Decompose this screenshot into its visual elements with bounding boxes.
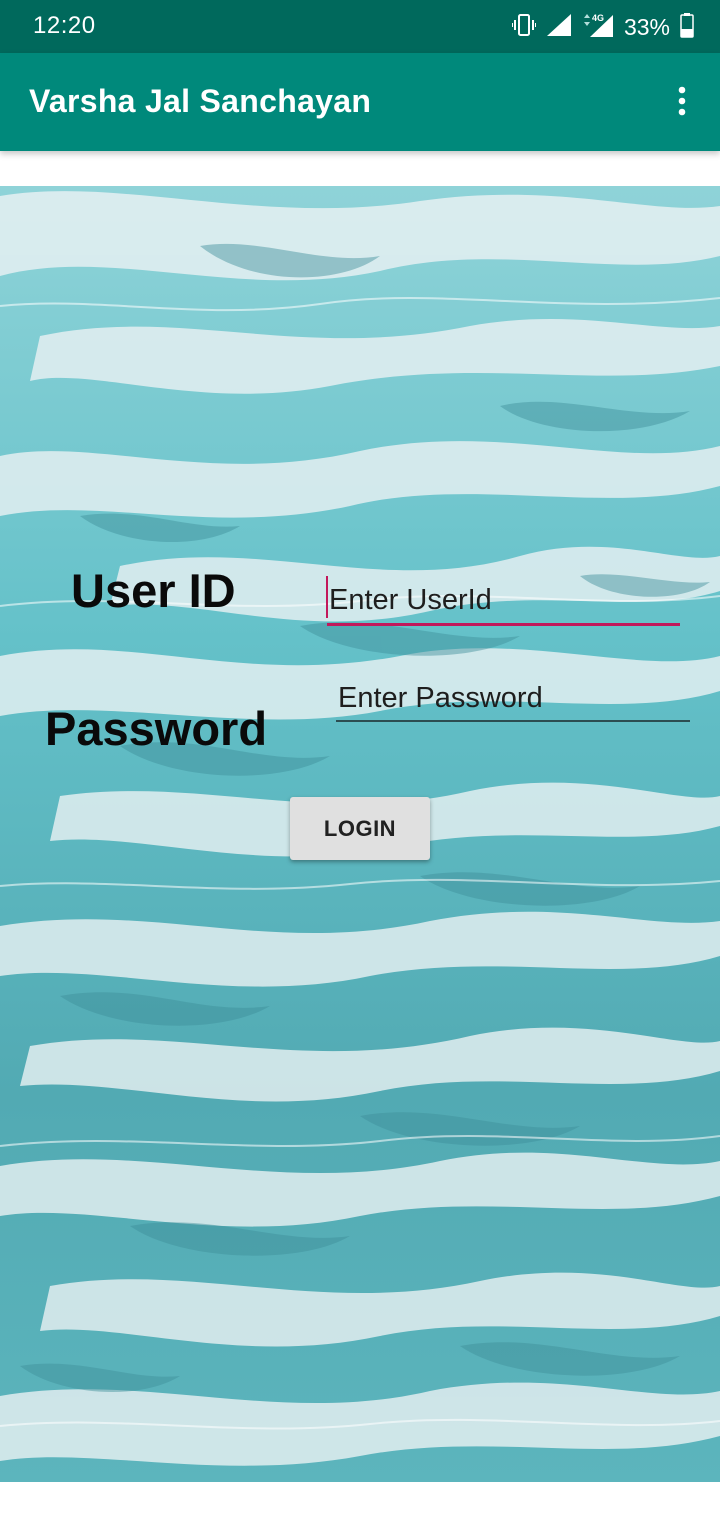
network-type-label: 4G [592,13,604,23]
battery-icon [680,12,694,43]
battery-percent: 33% [623,13,670,40]
password-label: Password [45,702,268,755]
wifi-signal-icon [546,13,572,42]
password-input[interactable] [336,676,690,722]
vibrate-icon [510,12,537,43]
app-bar: Varsha Jal Sanchayan [0,53,720,151]
more-options-button[interactable] [662,81,702,121]
app-title: Varsha Jal Sanchayan [29,83,372,119]
status-time: 12:20 [33,12,96,39]
userid-label: User ID [71,564,236,617]
status-icons: 4G 33% [510,10,694,44]
status-bar: 12:20 4G 33% [0,0,720,53]
login-button[interactable]: LOGIN [290,797,430,860]
more-vert-icon [678,86,686,116]
cell-signal-icon: 4G [582,12,614,43]
text-cursor [326,576,328,618]
userid-input[interactable] [327,578,680,626]
